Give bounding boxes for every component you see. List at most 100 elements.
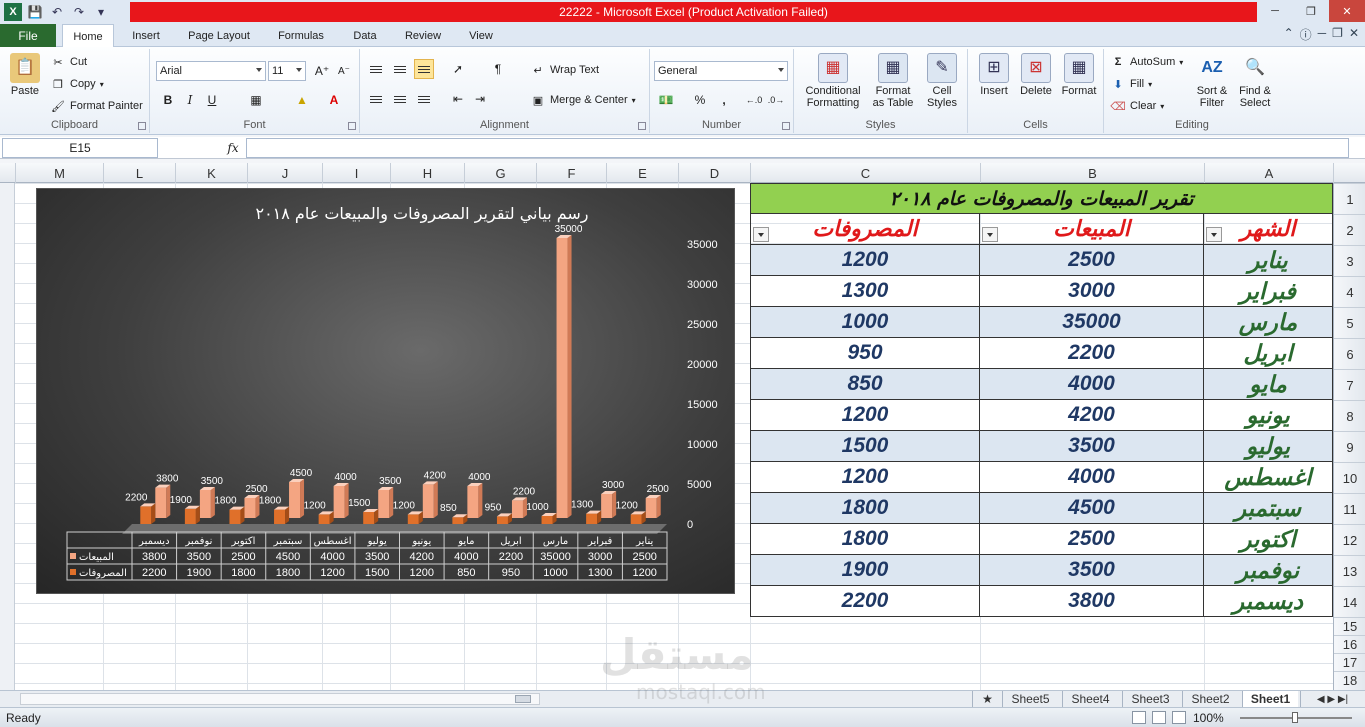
- cell-month[interactable]: فبراير: [1204, 276, 1333, 307]
- header-month[interactable]: الشهر: [1204, 214, 1333, 245]
- doc-restore-button[interactable]: ❐: [1332, 26, 1343, 43]
- cell-expenses[interactable]: 1500: [750, 431, 980, 462]
- restore-button[interactable]: ❐: [1293, 0, 1329, 22]
- undo-icon[interactable]: ↶: [48, 3, 66, 21]
- row-header[interactable]: 16: [1334, 635, 1365, 653]
- cell-month[interactable]: ابريل: [1204, 338, 1333, 369]
- column-header[interactable]: D: [678, 163, 750, 183]
- tab-file[interactable]: File: [0, 24, 56, 47]
- column-header[interactable]: J: [247, 163, 322, 183]
- cell-sales[interactable]: 3500: [980, 431, 1204, 462]
- normal-view-icon[interactable]: [1132, 711, 1146, 724]
- row-header[interactable]: 6: [1334, 338, 1365, 369]
- align-middle-icon[interactable]: [390, 59, 410, 79]
- decrease-indent-icon[interactable]: ⇤: [448, 89, 468, 109]
- select-all-corner[interactable]: [1333, 163, 1365, 183]
- minimize-ribbon-icon[interactable]: ⌃: [1284, 26, 1294, 43]
- column-header[interactable]: H: [390, 163, 464, 183]
- dialog-launcher-icon[interactable]: [782, 122, 790, 130]
- autosum-button[interactable]: Σ AutoSum ▾: [1110, 55, 1184, 69]
- number-format-select[interactable]: General: [654, 61, 788, 81]
- row-header[interactable]: 7: [1334, 369, 1365, 400]
- row-header[interactable]: 1: [1334, 183, 1365, 214]
- format-painter-button[interactable]: 🖌 Format Painter: [50, 99, 143, 113]
- cell-expenses[interactable]: 850: [750, 369, 980, 400]
- cell-month[interactable]: سبتمبر: [1204, 493, 1333, 524]
- row-header[interactable]: 18: [1334, 671, 1365, 689]
- redo-icon[interactable]: ↷: [70, 3, 88, 21]
- increase-decimal-icon[interactable]: ←.0: [744, 90, 764, 110]
- align-left-icon[interactable]: [366, 89, 386, 109]
- filter-dropdown-icon[interactable]: [1206, 227, 1222, 242]
- sheet-tab[interactable]: Sheet5: [1002, 691, 1058, 707]
- tab-home[interactable]: Home: [62, 24, 114, 48]
- copy-button[interactable]: ❐ Copy ▾: [50, 77, 104, 91]
- tab-page-layout[interactable]: Page Layout: [178, 24, 260, 47]
- cell-sales[interactable]: 3500: [980, 555, 1204, 586]
- column-header[interactable]: A: [1204, 163, 1333, 183]
- cell-expenses[interactable]: 950: [750, 338, 980, 369]
- cell-month[interactable]: اكتوبر: [1204, 524, 1333, 555]
- font-family-select[interactable]: Arial: [156, 61, 266, 81]
- tab-formulas[interactable]: Formulas: [268, 24, 334, 47]
- column-header[interactable]: F: [536, 163, 606, 183]
- filter-dropdown-icon[interactable]: [982, 227, 998, 242]
- doc-minimize-button[interactable]: ─: [1318, 26, 1327, 43]
- cell-sales[interactable]: 3000: [980, 276, 1204, 307]
- cell-month[interactable]: يناير: [1204, 245, 1333, 276]
- cell-expenses[interactable]: 1000: [750, 307, 980, 338]
- cell-month[interactable]: يوليو: [1204, 431, 1333, 462]
- cell-sales[interactable]: 35000: [980, 307, 1204, 338]
- conditional-formatting-button[interactable]: ▦ Conditional Formatting: [798, 53, 868, 109]
- page-layout-view-icon[interactable]: [1152, 711, 1166, 724]
- sheet-tab[interactable]: Sheet2: [1182, 691, 1238, 707]
- insert-cells-button[interactable]: ⊞ Insert: [974, 53, 1014, 97]
- tab-review[interactable]: Review: [396, 24, 450, 47]
- column-header[interactable]: C: [750, 163, 980, 183]
- format-cells-button[interactable]: ▦ Format: [1058, 53, 1100, 97]
- minimize-button[interactable]: ─: [1257, 0, 1293, 22]
- tab-data[interactable]: Data: [342, 24, 388, 47]
- zoom-level[interactable]: 100%: [1193, 711, 1224, 725]
- orientation-icon[interactable]: ➚: [448, 59, 468, 79]
- save-icon[interactable]: 💾: [26, 3, 44, 21]
- row-header[interactable]: 4: [1334, 276, 1365, 307]
- find-select-button[interactable]: 🔍 Find & Select: [1234, 53, 1276, 110]
- row-header[interactable]: 10: [1334, 462, 1365, 493]
- formula-input[interactable]: [246, 138, 1349, 158]
- cell-expenses[interactable]: 1800: [750, 524, 980, 555]
- row-header[interactable]: 13: [1334, 555, 1365, 586]
- row-header[interactable]: 3: [1334, 245, 1365, 276]
- sheet-nav-arrows[interactable]: ◀ ▶ ▶|: [1300, 691, 1364, 707]
- tab-view[interactable]: View: [458, 24, 504, 47]
- zoom-slider-thumb[interactable]: [1292, 712, 1298, 723]
- cell-month[interactable]: يونيو: [1204, 400, 1333, 431]
- align-center-icon[interactable]: [390, 89, 410, 109]
- sort-filter-button[interactable]: AZ Sort & Filter: [1192, 53, 1232, 110]
- cell-expenses[interactable]: 1200: [750, 400, 980, 431]
- row-header[interactable]: 9: [1334, 431, 1365, 462]
- percent-button[interactable]: %: [690, 90, 710, 110]
- column-header[interactable]: M: [15, 163, 103, 183]
- row-header[interactable]: 5: [1334, 307, 1365, 338]
- underline-button[interactable]: U: [202, 90, 222, 110]
- row-header[interactable]: 14: [1334, 586, 1365, 617]
- wrap-text-button[interactable]: ↵ Wrap Text: [530, 63, 599, 77]
- cell-expenses[interactable]: 2200: [750, 586, 980, 617]
- scroll-thumb[interactable]: [515, 695, 531, 703]
- sheet-tab[interactable]: Sheet3: [1122, 691, 1178, 707]
- decrease-decimal-icon[interactable]: .0→: [766, 90, 786, 110]
- grow-font-icon[interactable]: A⁺: [312, 61, 332, 81]
- row-header[interactable]: 2: [1334, 214, 1365, 245]
- fill-color-icon[interactable]: ▲: [292, 90, 312, 110]
- delete-cells-button[interactable]: ⊠ Delete: [1016, 53, 1056, 97]
- cut-button[interactable]: ✂ Cut: [50, 55, 87, 69]
- cell-month[interactable]: ديسمبر: [1204, 586, 1333, 617]
- cell-sales[interactable]: 4200: [980, 400, 1204, 431]
- align-bottom-icon[interactable]: [414, 59, 434, 79]
- cell-sales[interactable]: 3800: [980, 586, 1204, 617]
- cell-sales[interactable]: 2200: [980, 338, 1204, 369]
- cell-sales[interactable]: 4000: [980, 369, 1204, 400]
- column-header[interactable]: G: [464, 163, 536, 183]
- filter-dropdown-icon[interactable]: [753, 227, 769, 242]
